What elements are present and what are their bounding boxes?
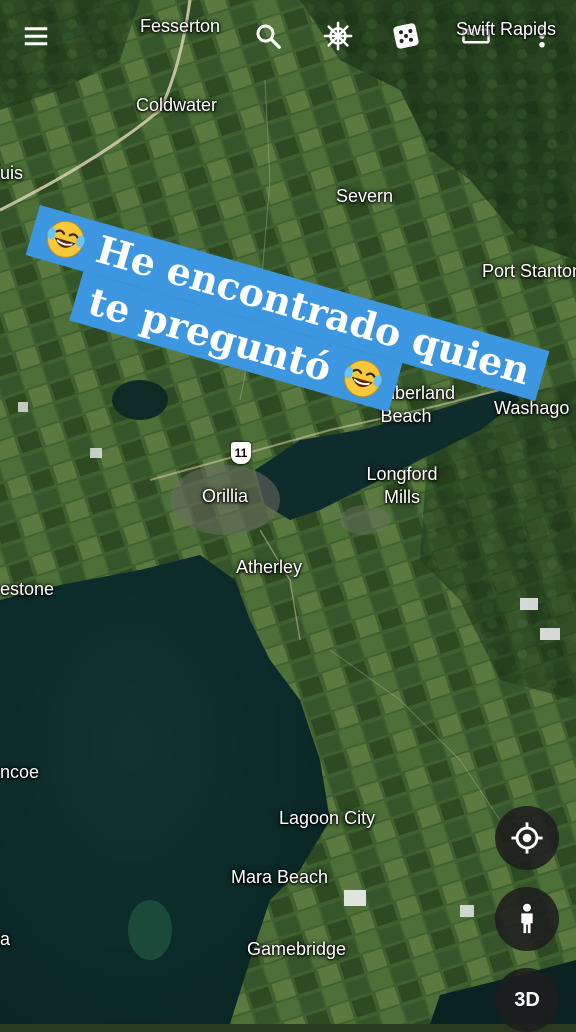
place-label-uis: uis (0, 163, 24, 183)
dice-icon[interactable] (384, 14, 428, 58)
place-label-port-stanton: Port Stanton (482, 261, 576, 281)
street-view-button[interactable] (495, 887, 559, 951)
ships-wheel-icon[interactable] (316, 14, 360, 58)
laughing-tears-emoji (343, 359, 382, 397)
highway-shield: 11 (231, 442, 251, 464)
place-label-mara-beach: Mara Beach (231, 867, 329, 887)
place-label-swift-rapids: Swift Rapids (456, 19, 557, 39)
place-label-fesserton: Fesserton (140, 16, 221, 36)
view-3d-label: 3D (514, 988, 540, 1011)
my-location-button[interactable] (495, 806, 559, 870)
place-label-lagoon-city: Lagoon City (279, 808, 376, 828)
place-label-orillia: Orillia (202, 486, 249, 506)
view-3d-button[interactable]: 3D (495, 968, 559, 1032)
place-label-ncoe: ncoe (0, 762, 40, 782)
place-label-severn: Severn (336, 186, 394, 206)
hamburger-icon[interactable] (14, 14, 58, 58)
place-label-gamebridge: Gamebridge (247, 939, 347, 959)
search-icon[interactable] (246, 14, 290, 58)
place-label-atherley: Atherley (236, 557, 303, 577)
place-label-longford-mills: Longford Mills (366, 464, 438, 508)
place-label-estone: estone (0, 579, 55, 599)
pegman-icon (521, 903, 533, 934)
place-label-partial: a (0, 929, 11, 949)
place-label-coldwater: Coldwater (136, 95, 218, 115)
laughing-tears-emoji (47, 220, 85, 258)
my-location-icon (511, 822, 543, 854)
